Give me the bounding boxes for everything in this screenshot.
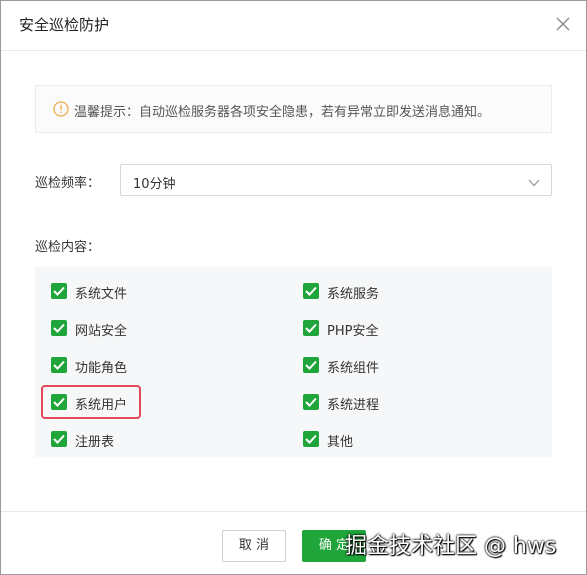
- checkbox-label: 功能角色: [75, 361, 128, 376]
- security-inspection-dialog: 安全巡检防护 温馨提示：自动巡检服务器各项安全隐患，若有异常立即发送消息通知。 …: [0, 0, 587, 575]
- checkbox-checked-icon[interactable]: [51, 283, 67, 299]
- frequency-value: 10分钟: [133, 177, 176, 192]
- close-icon[interactable]: [554, 15, 572, 33]
- notice-text: 温馨提示：自动巡检服务器各项安全隐患，若有异常立即发送消息通知。: [74, 105, 491, 120]
- dialog-header: 安全巡检防护: [1, 1, 586, 51]
- checkbox-label: 其他: [327, 435, 354, 450]
- highlight-box-system-users: [41, 385, 141, 419]
- checkbox-label: PHP安全: [327, 324, 379, 339]
- frequency-select[interactable]: 10分钟: [120, 164, 552, 196]
- dialog-title: 安全巡检防护: [19, 16, 110, 34]
- notice-box: 温馨提示：自动巡检服务器各项安全隐患，若有异常立即发送消息通知。: [35, 85, 552, 133]
- checkbox-label: 系统组件: [327, 361, 380, 376]
- checkbox-label: 注册表: [75, 435, 115, 450]
- content-label: 巡检内容：: [35, 240, 101, 255]
- checkbox-checked-icon[interactable]: [51, 357, 67, 373]
- checkbox-label: 系统服务: [327, 287, 380, 302]
- checkbox-checked-icon[interactable]: [51, 320, 67, 336]
- dialog-footer: 取 消 确 定: [1, 511, 586, 575]
- checkbox-checked-icon[interactable]: [303, 394, 319, 410]
- checkbox-label: 系统文件: [75, 287, 128, 302]
- checkbox-label: 网站安全: [75, 324, 128, 339]
- checkbox-checked-icon[interactable]: [303, 357, 319, 373]
- chevron-down-icon: [527, 174, 541, 187]
- frequency-label: 巡检频率：: [35, 176, 101, 191]
- checkbox-checked-icon[interactable]: [303, 431, 319, 447]
- confirm-button[interactable]: 确 定: [302, 530, 366, 562]
- checkbox-checked-icon[interactable]: [303, 320, 319, 336]
- checkbox-checked-icon[interactable]: [51, 431, 67, 447]
- checkbox-label: 系统进程: [327, 398, 380, 413]
- checkbox-checked-icon[interactable]: [303, 283, 319, 299]
- cancel-button[interactable]: 取 消: [222, 530, 286, 562]
- inspection-items-grid: 系统文件 系统服务 网站安全 PHP安全 功能角色 系统组件 系统用户 系统进程…: [35, 267, 552, 457]
- warning-circle-icon: [53, 101, 69, 117]
